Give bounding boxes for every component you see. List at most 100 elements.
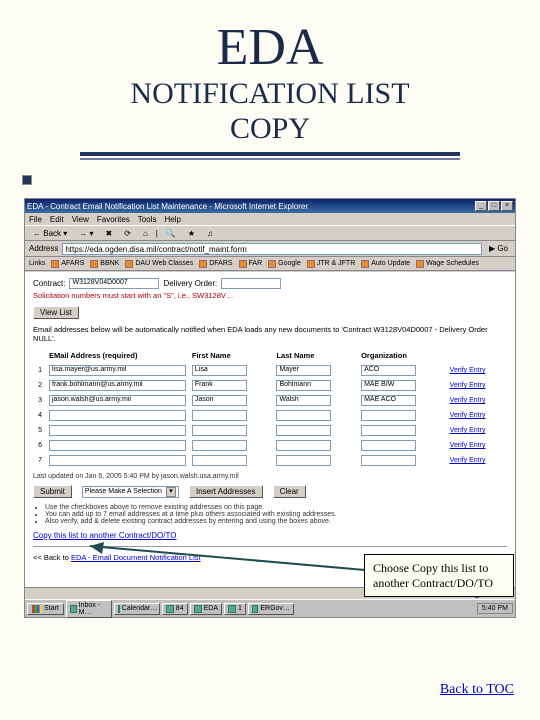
system-tray[interactable]: 5:40 PM — [477, 603, 513, 614]
email-input[interactable] — [49, 425, 186, 436]
link-jtr[interactable]: JTR & JFTR — [307, 260, 356, 268]
email-input[interactable] — [49, 455, 186, 466]
slide-title-sub1: NOTIFICATION LIST — [0, 77, 540, 112]
submit-button[interactable]: Submit — [33, 485, 72, 498]
verify-link[interactable]: Verify Entry — [444, 424, 505, 437]
go-button[interactable]: ▶ Go — [486, 244, 511, 253]
link-far[interactable]: FAR — [239, 260, 263, 268]
back-to-toc-link[interactable]: Back to TOC — [440, 682, 514, 698]
last-input[interactable]: Mayer — [276, 365, 331, 376]
first-input[interactable] — [192, 440, 247, 451]
org-input[interactable] — [361, 440, 416, 451]
last-input[interactable] — [276, 455, 331, 466]
link-autoupdate[interactable]: Auto Update — [361, 260, 410, 268]
tips-list: Use the checkboxes above to remove exist… — [33, 504, 507, 525]
menu-view[interactable]: View — [72, 215, 89, 224]
verify-link[interactable]: Verify Entry — [444, 364, 505, 377]
org-input[interactable]: MAE ACO — [361, 395, 416, 406]
tip-item: Use the checkboxes above to remove exist… — [45, 504, 507, 511]
menu-favorites[interactable]: Favorites — [97, 215, 130, 224]
address-input[interactable]: https://eda.ogden.disa.mil/contract/noti… — [62, 243, 482, 255]
verify-link[interactable]: Verify Entry — [444, 394, 505, 407]
col-last: Last Name — [274, 349, 357, 362]
first-input[interactable] — [192, 410, 247, 421]
close-button[interactable]: × — [501, 201, 513, 211]
favorites-icon[interactable]: ★ — [184, 228, 199, 239]
verify-link[interactable]: Verify Entry — [444, 454, 505, 467]
first-input[interactable]: Lisa — [192, 365, 247, 376]
first-input[interactable]: Frank — [192, 380, 247, 391]
email-input[interactable] — [49, 440, 186, 451]
view-list-button[interactable]: View List — [33, 306, 79, 319]
link-dfars[interactable]: DFARS — [199, 260, 232, 268]
folder-icon — [239, 260, 247, 268]
table-row: 2 frank.bohlmann@us.army.mil Frank Bohlm… — [35, 379, 505, 392]
insert-addresses-button[interactable]: Insert Addresses — [189, 485, 263, 498]
folder-icon — [416, 260, 424, 268]
maximize-button[interactable]: □ — [488, 201, 500, 211]
last-input[interactable]: Bohlmann — [276, 380, 331, 391]
callout-arrow-icon — [70, 540, 370, 580]
first-input[interactable] — [192, 455, 247, 466]
email-input[interactable] — [49, 410, 186, 421]
link-wage[interactable]: Wage Schedules — [416, 260, 479, 268]
menu-tools[interactable]: Tools — [138, 215, 157, 224]
callout-box: Choose Copy this list to another Contrac… — [364, 554, 514, 597]
delivery-order-input[interactable] — [221, 278, 281, 289]
org-input[interactable] — [361, 425, 416, 436]
taskbar-item[interactable]: ERGov… — [248, 603, 294, 615]
org-input[interactable]: ACO — [361, 365, 416, 376]
email-input[interactable]: jason.walsh@us.army.mil — [49, 395, 186, 406]
taskbar-item[interactable]: 1 — [224, 603, 246, 615]
menu-file[interactable]: File — [29, 215, 42, 224]
verify-link[interactable]: Verify Entry — [444, 439, 505, 452]
stop-icon[interactable]: ✖ — [102, 228, 117, 239]
select-value: Please Make A Selection — [85, 488, 162, 495]
last-input[interactable] — [276, 440, 331, 451]
taskbar-item[interactable]: EDA — [190, 603, 222, 615]
verify-link[interactable]: Verify Entry — [444, 409, 505, 422]
verify-link[interactable]: Verify Entry — [444, 379, 505, 392]
forward-button[interactable]: → ▾ — [75, 228, 97, 239]
clear-button[interactable]: Clear — [273, 485, 306, 498]
first-input[interactable] — [192, 425, 247, 436]
address-label: Address — [29, 244, 58, 253]
email-input[interactable]: lisa.mayer@us.army.mil — [49, 365, 186, 376]
link-afars[interactable]: AFARS — [51, 260, 84, 268]
media-icon[interactable]: ♫ — [203, 228, 217, 239]
org-input[interactable]: MAE BIW — [361, 380, 416, 391]
org-input[interactable] — [361, 410, 416, 421]
search-icon[interactable]: 🔍 — [162, 228, 180, 239]
menu-help[interactable]: Help — [164, 215, 180, 224]
last-input[interactable]: Walsh — [276, 395, 331, 406]
back-button[interactable]: ← Back ▾ — [29, 228, 71, 239]
contract-input[interactable]: W3128V04D0007 — [69, 278, 159, 289]
link-google[interactable]: Google — [268, 260, 301, 268]
address-select[interactable]: Please Make A Selection ▾ — [82, 486, 179, 498]
taskbar-item[interactable]: Calendar… — [114, 603, 160, 615]
taskbar-item[interactable]: Inbox - M… — [66, 600, 112, 618]
menubar: File Edit View Favorites Tools Help — [25, 213, 515, 225]
table-row: 3 jason.walsh@us.army.mil Jason Walsh MA… — [35, 394, 505, 407]
links-bar: Links AFARS BBNK DAU Web Classes DFARS F… — [25, 257, 515, 271]
minimize-button[interactable]: _ — [475, 201, 487, 211]
home-icon[interactable]: ⌂ — [139, 228, 152, 239]
refresh-icon[interactable]: ⟳ — [120, 228, 135, 239]
email-input[interactable]: frank.bohlmann@us.army.mil — [49, 380, 186, 391]
first-input[interactable]: Jason — [192, 395, 247, 406]
table-row: 7Verify Entry — [35, 454, 505, 467]
last-input[interactable] — [276, 410, 331, 421]
start-button[interactable]: Start — [27, 603, 64, 615]
windows-flag-icon — [32, 605, 42, 613]
copy-list-link[interactable]: Copy this list to another Contract/DO/TO — [33, 531, 176, 540]
link-dau[interactable]: DAU Web Classes — [125, 260, 193, 268]
last-input[interactable] — [276, 425, 331, 436]
folder-icon — [307, 260, 315, 268]
slide-title-main: EDA — [0, 18, 540, 77]
last-updated: Last updated on Jan 6, 2005 5:40 PM by j… — [33, 473, 507, 480]
menu-edit[interactable]: Edit — [50, 215, 64, 224]
col-org: Organization — [359, 349, 442, 362]
org-input[interactable] — [361, 455, 416, 466]
link-bbnk[interactable]: BBNK — [90, 260, 119, 268]
taskbar-item[interactable]: 84 — [162, 603, 188, 615]
